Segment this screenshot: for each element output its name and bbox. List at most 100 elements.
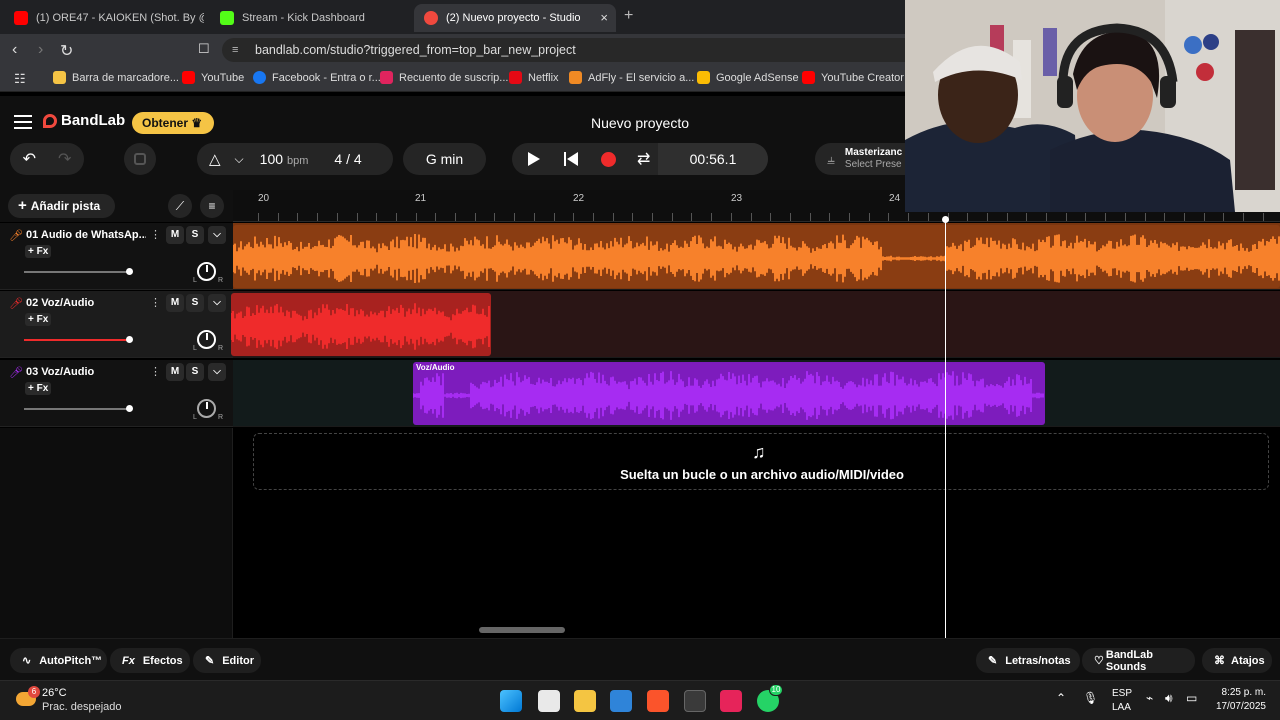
mute-button[interactable]: M [166,226,184,244]
editor-button[interactable]: ✎ Editor [193,648,261,673]
bookmark-folder[interactable]: Barra de marcadore... [53,71,179,84]
hamburger-icon[interactable] [14,115,32,129]
track-header-02[interactable]: 🎤︎ 02 Voz/Audio ⋮ M S ⌵ + Fx L R [0,291,233,358]
pan-knob[interactable] [197,262,216,281]
bookmark-adfly[interactable]: AdFly - El servicio a... [569,71,694,84]
wifi-icon[interactable]: ⌁ [1146,691,1153,705]
autopitch-button[interactable]: ∿ AutoPitch™ [10,648,107,673]
track-lane-03[interactable]: Voz/Audio [233,360,1280,427]
microphone-icon[interactable]: 🎙︎ [1083,691,1098,705]
track-menu-icon[interactable]: ⋮ [150,296,161,309]
horizontal-scrollbar[interactable] [479,627,565,633]
bandlab-sounds-button[interactable]: ♡ BandLab Sounds [1082,648,1195,673]
solo-button[interactable]: S [186,226,204,244]
bookmark-adsense[interactable]: Google AdSense [697,71,799,84]
drop-zone[interactable]: ♫ Suelta un bucle o un archivo audio/MID… [253,433,1269,490]
skip-back-icon[interactable] [564,152,566,166]
tracks-settings-icon[interactable]: ≡ [200,194,224,218]
microsoft-store-icon[interactable] [610,690,632,712]
pan-knob[interactable] [197,399,216,418]
pan-knob[interactable] [197,330,216,349]
volume-slider[interactable] [24,336,133,343]
volume-knob[interactable] [126,268,133,275]
add-effect-button[interactable]: + Fx [25,313,52,326]
loop-icon[interactable]: ⇄ [637,149,650,169]
volume-knob[interactable] [126,336,133,343]
mute-button[interactable]: M [166,363,184,381]
add-effect-button[interactable]: + Fx [25,245,52,258]
site-settings-icon[interactable]: ≡ [232,38,238,62]
task-view-icon[interactable] [538,690,560,712]
solo-button[interactable]: S [186,363,204,381]
mute-button[interactable]: M [166,294,184,312]
volume-slider[interactable] [24,405,133,412]
track-name[interactable]: 02 Voz/Audio [26,297,146,309]
brave-browser-icon[interactable] [647,690,669,712]
browser-tab-bandlab[interactable]: (2) Nuevo proyecto - Studio × [414,4,616,32]
volume-slider[interactable] [24,268,133,275]
close-tab-icon[interactable]: × [600,10,608,25]
clip-settings-button[interactable] [124,143,156,175]
audio-clip-03[interactable]: Voz/Audio [413,362,1045,425]
record-icon[interactable] [601,152,616,167]
playhead[interactable] [942,216,949,638]
volume-knob[interactable] [126,405,133,412]
track-menu-icon[interactable]: ⋮ [150,228,161,241]
bookmark-icon[interactable]: ☐ [198,41,210,57]
chevron-up-icon[interactable]: ⌃ [1056,691,1066,705]
solo-button[interactable]: S [186,294,204,312]
track-lane-02[interactable] [231,291,1280,358]
metronome-icon[interactable]: △ [209,150,221,168]
track-header-03[interactable]: 🎤︎ 03 Voz/Audio ⋮ M S ⌵ + Fx L R [0,360,233,427]
track-lane-01[interactable] [233,223,1280,290]
get-membership-button[interactable]: Obtener ♛ [132,112,214,134]
tempo-value[interactable]: 100 bpm [260,151,309,167]
project-title[interactable]: Nuevo proyecto [540,115,740,131]
bandlab-logo[interactable]: BandLab [43,112,125,129]
language-code[interactable]: ESP [1112,688,1132,699]
clock-date[interactable]: 17/07/2025 [1200,701,1266,712]
tiktok-icon[interactable] [720,690,742,712]
effects-button[interactable]: Fx Efectos [110,648,190,673]
clock-time[interactable]: 8:25 p. m. [1210,687,1266,698]
url-field[interactable]: ≡ bandlab.com/studio?triggered_from=top_… [222,38,922,62]
whatsapp-icon[interactable]: 10 [757,684,783,712]
battery-icon[interactable]: ▭ [1186,691,1197,705]
browser-tab-kick[interactable]: Stream - Kick Dashboard [210,4,410,32]
key-selector[interactable]: G min [403,143,486,175]
obs-icon[interactable] [684,690,706,712]
bookmark-subscriber-count[interactable]: Recuento de suscrip... [380,71,508,84]
bookmark-youtube[interactable]: YouTube [182,71,244,84]
automation-icon[interactable]: ⟋ [168,194,192,218]
shortcuts-button[interactable]: ⌘ Atajos [1202,648,1272,673]
audio-clip-01[interactable] [233,225,1280,288]
apps-icon[interactable]: ☷ [14,71,26,87]
undo-icon[interactable]: ↶ [23,149,36,169]
redo-icon[interactable]: ↷ [58,149,71,169]
new-tab-button[interactable]: + [624,7,633,25]
weather-widget[interactable]: 6 [16,686,40,710]
lyrics-notes-button[interactable]: ✎ Letras/notas [976,648,1080,673]
forward-icon[interactable]: › [38,41,43,59]
volume-icon[interactable]: 🔊︎ [1165,691,1173,706]
bookmark-facebook[interactable]: Facebook - Entra o r... [253,71,381,84]
play-icon[interactable] [528,152,540,166]
audio-clip-02[interactable] [231,293,491,356]
bookmark-netflix[interactable]: Netflix [509,71,559,84]
time-display[interactable]: 00:56.1 [658,143,768,175]
mastering-button[interactable]: ⫨ Masterizanc Select Prese [815,143,915,175]
browser-tab-youtube[interactable]: (1) ORE47 - KAIOKEN (Shot. By @Chi [4,4,204,32]
chevron-down-icon[interactable]: ⌵ [208,226,226,244]
chevron-down-icon[interactable]: ⌵ [235,152,244,167]
add-effect-button[interactable]: + Fx [25,382,52,395]
windows-start-icon[interactable] [500,690,522,712]
back-icon[interactable]: ‹ [12,41,17,59]
file-explorer-icon[interactable] [574,690,596,712]
track-header-01[interactable]: 🎤︎ 01 Audio de WhatsAp... ⋮ M S ⌵ + Fx L… [0,223,233,290]
chevron-down-icon[interactable]: ⌵ [208,363,226,381]
keyboard-layout[interactable]: LAA [1112,702,1131,713]
track-menu-icon[interactable]: ⋮ [150,365,161,378]
reload-icon[interactable]: ↻ [60,41,73,61]
bookmark-youtube-studio[interactable]: YouTube Creator St [802,71,917,84]
time-signature[interactable]: 4 / 4 [334,151,361,167]
